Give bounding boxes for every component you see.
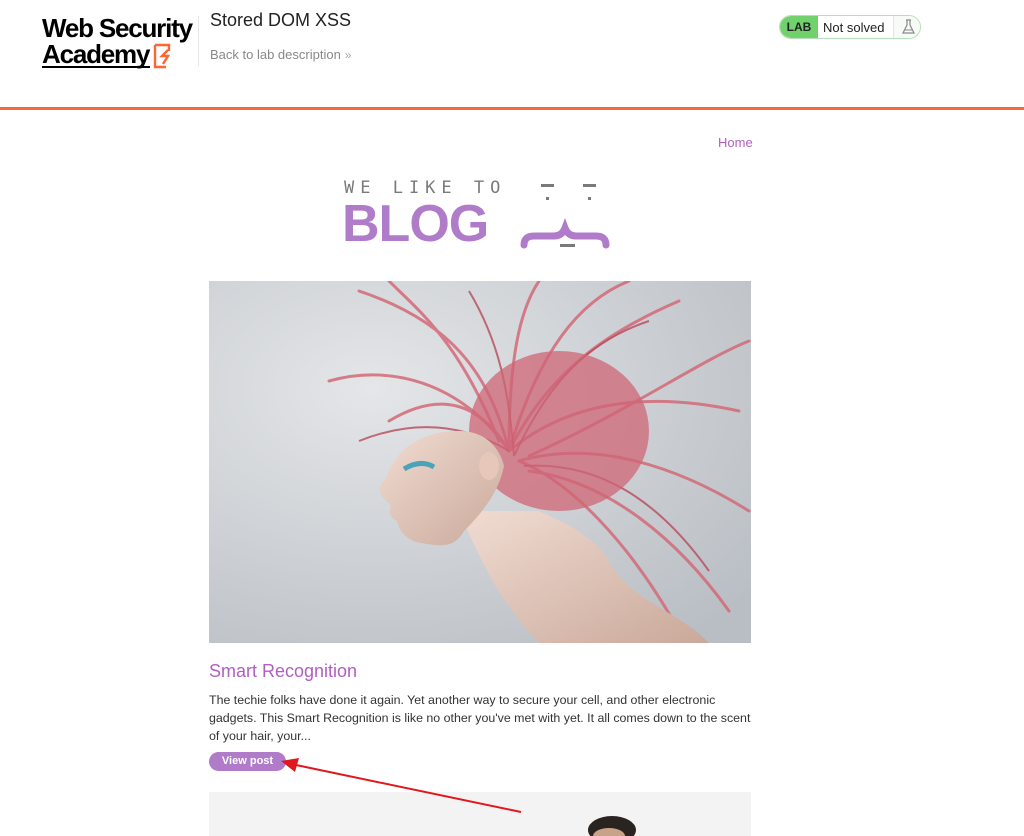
post-image-woman-pink-hair bbox=[209, 281, 751, 643]
academy-lightning-icon bbox=[153, 43, 171, 69]
double-chevron-right-icon: » bbox=[344, 48, 352, 62]
post-image-man-in-white bbox=[209, 792, 751, 836]
nav-home-link[interactable]: Home bbox=[718, 135, 753, 150]
lab-status-text: Not solved bbox=[823, 20, 885, 35]
post-title[interactable]: Smart Recognition bbox=[209, 661, 357, 682]
post-summary: The techie folks have done it again. Yet… bbox=[209, 693, 751, 743]
blog-banner: WE LIKE TO BLOG bbox=[340, 178, 630, 258]
lab-badge: LAB bbox=[780, 16, 818, 38]
header-divider bbox=[198, 16, 199, 66]
view-post-button[interactable]: View post bbox=[209, 752, 286, 771]
logo-text-line1: Web Security bbox=[42, 13, 193, 43]
lab-title: Stored DOM XSS bbox=[210, 10, 352, 30]
back-link-label: Back to lab description bbox=[210, 47, 341, 62]
curly-brace-face-icon bbox=[520, 184, 610, 249]
flask-icon[interactable] bbox=[893, 16, 920, 38]
header-accent-line bbox=[0, 107, 1024, 110]
back-to-lab-description-link[interactable]: Back to lab description» bbox=[210, 47, 351, 62]
logo-text-line2: Academy bbox=[42, 39, 150, 69]
academy-header: Web Security Academy Stored DOM XSS Back… bbox=[0, 0, 1024, 110]
banner-title: BLOG bbox=[342, 195, 489, 253]
logo-underline bbox=[42, 66, 150, 68]
lab-status-widget: LAB Not solved bbox=[779, 15, 921, 39]
web-security-academy-logo[interactable]: Web Security Academy bbox=[40, 12, 200, 72]
